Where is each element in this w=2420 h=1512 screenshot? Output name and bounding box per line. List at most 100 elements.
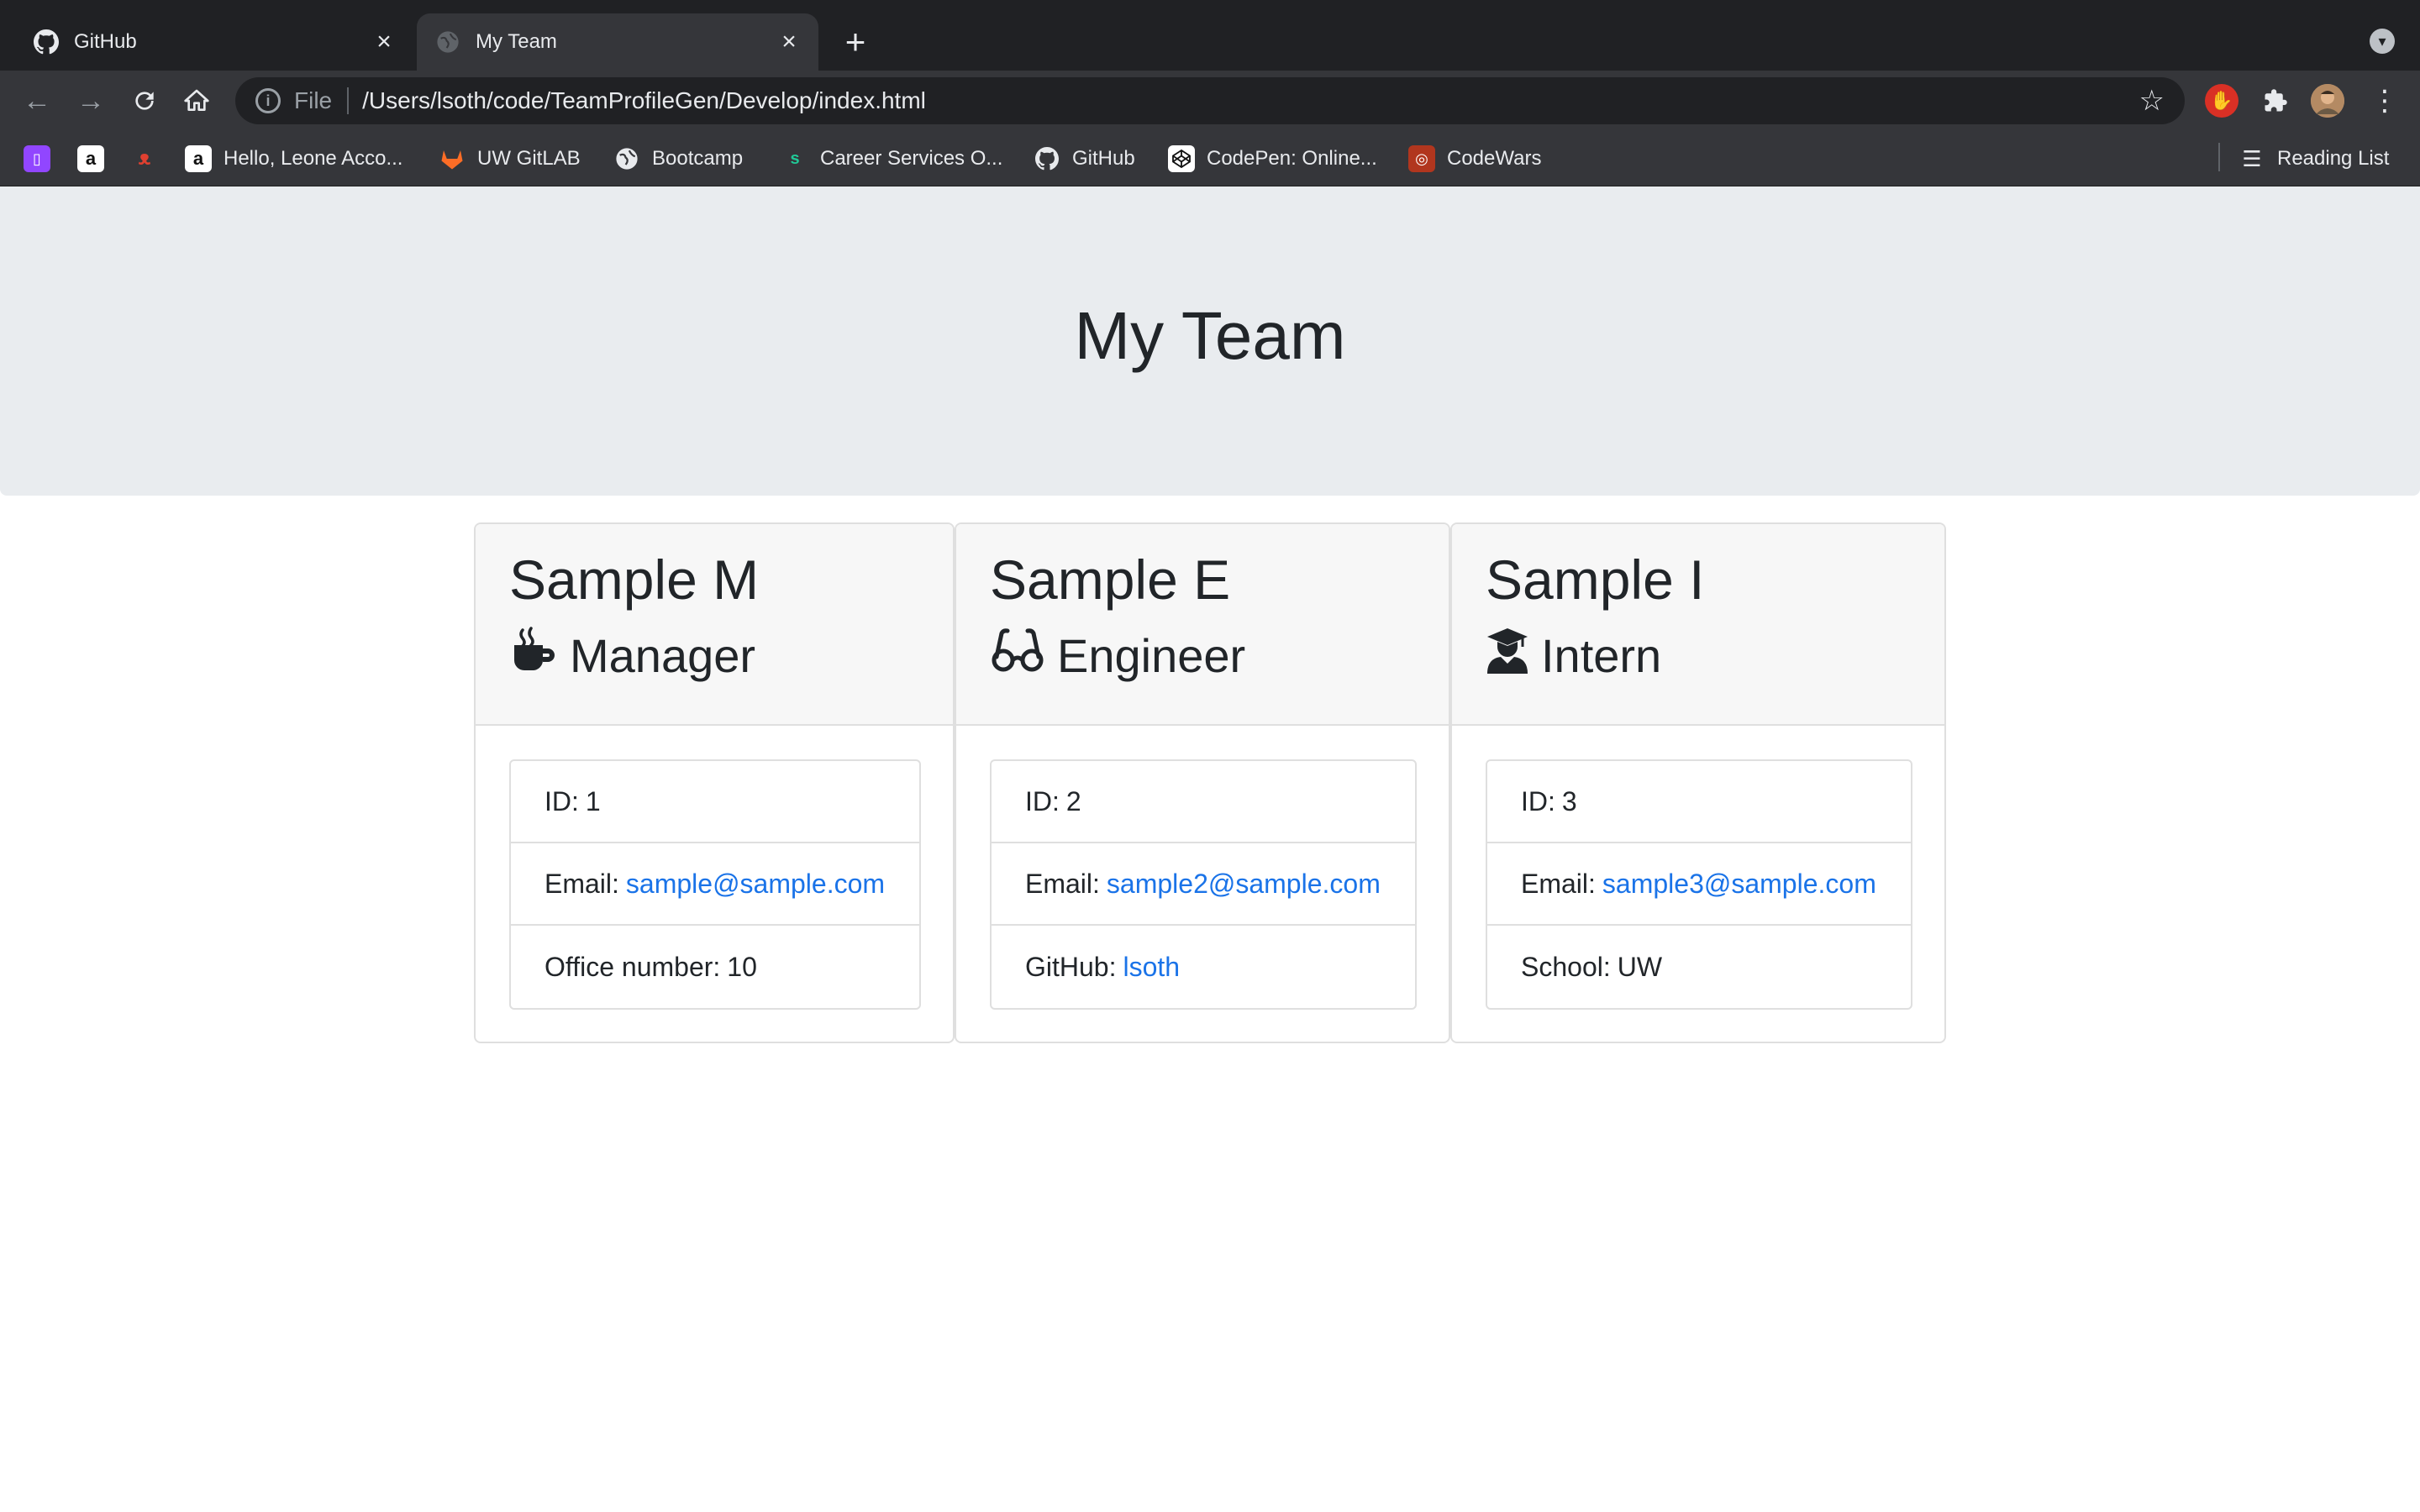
url-text[interactable]: /Users/lsoth/code/TeamProfileGen/Develop… xyxy=(362,87,926,114)
list-item-id: ID: 1 xyxy=(511,761,919,843)
office-label: Office number: xyxy=(544,951,721,982)
bookmark-item[interactable]: ◎ CodeWars xyxy=(1408,143,1541,175)
email-link[interactable]: sample2@sample.com xyxy=(1107,869,1381,900)
globe-icon xyxy=(613,145,640,172)
close-icon[interactable]: × xyxy=(776,29,802,55)
bookmarks-divider xyxy=(2218,143,2220,171)
tab-title: My Team xyxy=(476,30,557,53)
employee-card-manager: Sample M Manager ID: 1 Email: sample@sam… xyxy=(474,522,955,1043)
list-item-email: Email: sample@sample.com xyxy=(511,843,919,926)
bookmarks-bar: ▯ a ᴥ a Hello, Leone Acco... UW GitLAB B… xyxy=(0,131,2420,186)
globe-icon xyxy=(434,28,462,56)
role-label: Engineer xyxy=(1057,629,1246,682)
reading-list-icon: ☰ xyxy=(2242,145,2262,171)
id-label: ID: xyxy=(1025,785,1060,816)
list-item-id: ID: 3 xyxy=(1487,761,1911,843)
forward-arrow-icon[interactable]: → xyxy=(72,82,109,119)
employee-name: Sample I xyxy=(1486,549,1705,611)
bookmark-label: UW GitLAB xyxy=(477,147,581,170)
avatar[interactable] xyxy=(2311,84,2344,118)
s-icon: s xyxy=(790,149,800,168)
gitlab-icon xyxy=(439,145,466,172)
reading-list-label: Reading List xyxy=(2277,147,2390,170)
bookmark-item[interactable]: a Hello, Leone Acco... xyxy=(185,143,402,175)
employee-role: Manager xyxy=(509,627,755,685)
tab-github[interactable]: GitHub × xyxy=(15,13,413,71)
bookmark-label: Career Services O... xyxy=(820,147,1003,170)
office-value: 10 xyxy=(727,951,757,982)
close-icon[interactable]: × xyxy=(371,29,397,55)
reload-icon[interactable] xyxy=(126,82,163,119)
tab-search-icon[interactable]: ▾ xyxy=(2370,29,2395,54)
github-icon xyxy=(1034,145,1060,172)
bookmark-label: Hello, Leone Acco... xyxy=(224,147,403,170)
bookmark-item[interactable]: GitHub xyxy=(1034,143,1135,175)
glasses-icon xyxy=(990,627,1057,685)
id-value: 1 xyxy=(585,785,601,816)
mug-icon xyxy=(509,627,570,685)
bookmark-item[interactable]: UW GitLAB xyxy=(439,143,581,175)
email-link[interactable]: sample@sample.com xyxy=(626,869,885,900)
role-label: Intern xyxy=(1541,629,1662,682)
school-label: School: xyxy=(1521,951,1611,982)
twitch-icon: ▯ xyxy=(24,145,50,172)
new-tab-button[interactable]: + xyxy=(839,24,872,60)
details-list: ID: 2 Email: sample2@sample.com GitHub: … xyxy=(990,759,1417,1010)
school-value: UW xyxy=(1617,951,1663,982)
list-item-email: Email: sample2@sample.com xyxy=(992,843,1415,926)
card-header: Sample M Manager xyxy=(476,524,953,726)
bookmark-label: CodePen: Online... xyxy=(1207,147,1377,170)
bookmark-star-icon[interactable]: ☆ xyxy=(2139,86,2165,116)
codewars-icon: ◎ xyxy=(1408,145,1435,172)
reading-list-button[interactable]: ☰ Reading List xyxy=(2238,143,2389,175)
id-label: ID: xyxy=(544,785,579,816)
bookmark-item[interactable]: ▯ xyxy=(24,143,62,175)
employee-role: Intern xyxy=(1486,627,1661,685)
github-icon xyxy=(32,28,60,56)
github-link[interactable]: lsoth xyxy=(1123,952,1180,983)
info-icon[interactable]: i xyxy=(255,88,281,113)
bookmark-item[interactable]: CodePen: Online... xyxy=(1168,143,1377,175)
scheme-label: File xyxy=(294,87,333,113)
graduate-icon xyxy=(1486,627,1541,685)
details-list: ID: 1 Email: sample@sample.com Office nu… xyxy=(509,759,921,1010)
divider xyxy=(347,87,350,114)
employee-role: Engineer xyxy=(990,627,1245,685)
tab-strip: GitHub × My Team × + ▾ xyxy=(0,0,2420,71)
adblock-icon[interactable]: ✋ xyxy=(2205,84,2238,118)
bookmark-label: GitHub xyxy=(1072,147,1135,170)
employee-name: Sample M xyxy=(509,549,760,611)
amazon-icon: a xyxy=(77,145,104,172)
email-link[interactable]: sample3@sample.com xyxy=(1602,869,1876,900)
extensions-puzzle-icon[interactable] xyxy=(2259,84,2292,118)
codepen-icon xyxy=(1168,145,1195,172)
bookmark-item[interactable]: Bootcamp xyxy=(613,143,743,175)
page-title: My Team xyxy=(1074,298,1346,373)
tab-my-team[interactable]: My Team × xyxy=(417,13,818,71)
menu-kebab-icon[interactable]: ⋮ xyxy=(2366,82,2403,119)
bookmark-label: CodeWars xyxy=(1447,147,1542,170)
browser-toolbar: ← → i File /Users/lsoth/code/TeamProfile… xyxy=(0,71,2420,131)
github-label: GitHub: xyxy=(1025,951,1117,982)
bookmark-item[interactable]: s Career Services O... xyxy=(781,143,1002,175)
list-item-id: ID: 2 xyxy=(992,761,1415,843)
list-item-office: Office number: 10 xyxy=(511,926,919,1008)
email-label: Email: xyxy=(1025,868,1100,899)
bookmark-item[interactable]: a xyxy=(77,143,116,175)
employee-card-intern: Sample I Intern ID: 3 Email: sample3@sam… xyxy=(1450,522,1946,1043)
amazon-icon: a xyxy=(185,145,212,172)
email-label: Email: xyxy=(544,868,619,899)
card-header: Sample E Engineer xyxy=(956,524,1449,726)
id-value: 2 xyxy=(1065,785,1081,816)
list-item-email: Email: sample3@sample.com xyxy=(1487,843,1911,926)
address-bar[interactable]: i File /Users/lsoth/code/TeamProfileGen/… xyxy=(235,77,2185,124)
bookmark-item[interactable]: ᴥ xyxy=(131,143,170,175)
details-list: ID: 3 Email: sample3@sample.com School: … xyxy=(1486,759,1912,1010)
home-icon[interactable] xyxy=(178,82,215,119)
id-value: 3 xyxy=(1561,785,1577,816)
tab-title: GitHub xyxy=(74,30,137,53)
id-label: ID: xyxy=(1521,785,1555,816)
email-label: Email: xyxy=(1521,868,1596,899)
back-arrow-icon[interactable]: ← xyxy=(18,82,55,119)
bookmark-label: Bootcamp xyxy=(652,147,744,170)
